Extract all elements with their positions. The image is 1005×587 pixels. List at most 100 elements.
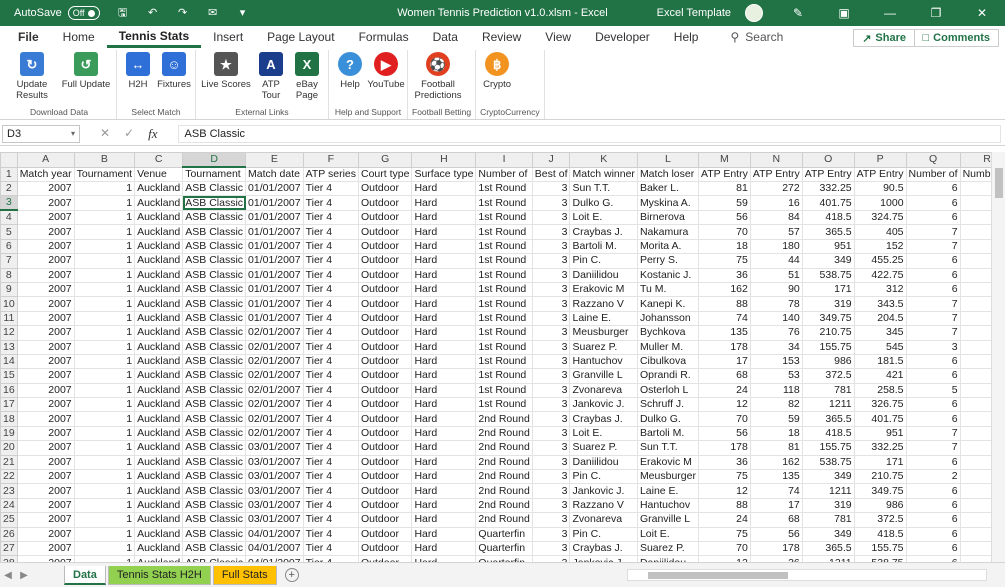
cell[interactable]: 3 [531, 209, 571, 226]
cell[interactable]: 78 [749, 296, 803, 312]
column-header-n[interactable]: N [749, 152, 803, 168]
crypto-button[interactable]: ฿ Crypto [480, 50, 514, 105]
cell[interactable]: Myskina A. [636, 195, 699, 211]
cell[interactable]: 2007 [16, 281, 75, 298]
row-header[interactable]: 8 [0, 267, 18, 283]
cell[interactable]: 951 [853, 425, 907, 442]
cell[interactable]: Tier 4 [302, 209, 360, 226]
column-header-b[interactable]: B [73, 152, 136, 168]
cell[interactable]: 418.5 [801, 209, 855, 226]
cell[interactable]: Bychkova [636, 325, 699, 341]
cell[interactable]: 74 [697, 310, 751, 327]
cell[interactable]: 3 [531, 325, 571, 341]
cell[interactable]: Outdoor [357, 195, 413, 211]
cell[interactable]: Tier 4 [302, 339, 360, 355]
customize-quick-access-icon[interactable]: ▾ [236, 7, 250, 19]
ribbon-display-icon[interactable]: ▣ [821, 0, 867, 26]
row-header[interactable]: 24 [0, 497, 18, 514]
cell[interactable]: Auckland [134, 238, 184, 255]
cell[interactable]: 418.5 [853, 526, 907, 542]
cell[interactable]: Outdoor [357, 180, 413, 197]
cell[interactable]: Pin C. [569, 253, 638, 269]
cell[interactable]: 349 [801, 526, 855, 542]
cell[interactable]: 36 [697, 454, 751, 471]
sheet-tab-data[interactable]: Data [64, 565, 106, 585]
cell[interactable]: 258.5 [853, 382, 907, 399]
cell[interactable]: 178 [697, 339, 751, 355]
cell[interactable]: Tier 4 [302, 469, 360, 485]
cell[interactable]: 81 [697, 180, 751, 197]
cell[interactable]: 2 [905, 469, 961, 485]
cell[interactable]: 3 [531, 397, 571, 413]
cell[interactable]: 140 [749, 310, 803, 327]
cell[interactable]: Tier 4 [302, 267, 360, 283]
cell[interactable]: 210.75 [853, 469, 907, 485]
cell[interactable]: 349.75 [801, 310, 855, 327]
cell[interactable]: 349 [801, 469, 855, 485]
cell[interactable]: 1 [73, 339, 136, 355]
cell[interactable]: 1st Round [475, 397, 533, 413]
cell[interactable]: 2nd Round [475, 411, 533, 427]
cell[interactable]: Auckland [134, 310, 184, 327]
cell[interactable]: Auckland [134, 195, 184, 211]
cell[interactable]: Hard [411, 296, 477, 312]
cell[interactable]: Hard [411, 209, 477, 226]
cell[interactable]: 3 [531, 224, 571, 240]
cell[interactable]: 155.75 [853, 540, 907, 557]
cell[interactable]: 2nd Round [475, 440, 533, 456]
cell[interactable]: 1st Round [475, 281, 533, 298]
cell[interactable]: 3 [531, 411, 571, 427]
cell[interactable]: Outdoor [357, 497, 413, 514]
column-header-i[interactable]: I [475, 152, 533, 168]
cell[interactable]: 171 [853, 454, 907, 471]
cell[interactable]: 59 [697, 195, 751, 211]
cell[interactable]: 2007 [16, 238, 75, 255]
cell[interactable]: 1 [73, 353, 136, 370]
cell[interactable]: 2007 [16, 267, 75, 283]
cell[interactable]: 6 [905, 209, 961, 226]
cell[interactable]: 88 [697, 497, 751, 514]
cell[interactable]: Venue [134, 166, 184, 182]
pen-icon[interactable]: ✎ [775, 0, 821, 26]
row-header[interactable]: 12 [0, 325, 18, 341]
cell[interactable]: Auckland [134, 296, 184, 312]
cell[interactable]: Outdoor [357, 526, 413, 542]
cell[interactable]: 68 [749, 512, 803, 528]
cell[interactable]: Tier 4 [302, 224, 360, 240]
cell[interactable]: Hard [411, 325, 477, 341]
select-all-corner[interactable] [0, 152, 18, 168]
cell[interactable]: Jankovic J. [569, 397, 638, 413]
cell[interactable]: 51 [749, 267, 803, 283]
cell[interactable]: Outdoor [357, 469, 413, 485]
cell[interactable]: Outdoor [357, 382, 413, 399]
cell[interactable]: 75 [697, 526, 751, 542]
cell[interactable]: Tier 4 [302, 368, 360, 384]
cell[interactable]: 181.5 [853, 353, 907, 370]
cell[interactable]: 16 [749, 195, 803, 211]
cell[interactable]: 1 [73, 180, 136, 197]
cell[interactable]: 951 [801, 238, 855, 255]
cell[interactable]: ASB Classic [182, 209, 247, 226]
cell[interactable]: Suarez P. [636, 540, 699, 557]
cell[interactable]: 01/01/2007 [245, 238, 304, 255]
cell[interactable]: 2007 [16, 411, 75, 427]
cell[interactable]: Tournament [182, 166, 247, 182]
cell[interactable]: 272 [749, 180, 803, 197]
cell[interactable]: Razzano V [569, 497, 638, 514]
tab-help[interactable]: Help [662, 26, 711, 48]
cell[interactable]: 3 [531, 353, 571, 370]
cell[interactable]: 332.25 [801, 180, 855, 197]
row-header[interactable]: 11 [0, 310, 18, 327]
cell[interactable]: 349 [801, 253, 855, 269]
cell[interactable]: ASB Classic [182, 469, 247, 485]
cell[interactable]: ASB Classic [182, 425, 247, 442]
cell[interactable]: ASB Classic [182, 296, 247, 312]
cell[interactable]: 2007 [16, 224, 75, 240]
insert-function-icon[interactable]: fx [148, 126, 157, 142]
cell[interactable]: 75 [697, 253, 751, 269]
cell[interactable]: 6 [905, 267, 961, 283]
cell[interactable]: 210.75 [801, 325, 855, 341]
search-box[interactable]: ⚲ Search [730, 26, 783, 48]
cell[interactable]: 01/01/2007 [245, 281, 304, 298]
cell[interactable]: 02/01/2007 [245, 411, 304, 427]
